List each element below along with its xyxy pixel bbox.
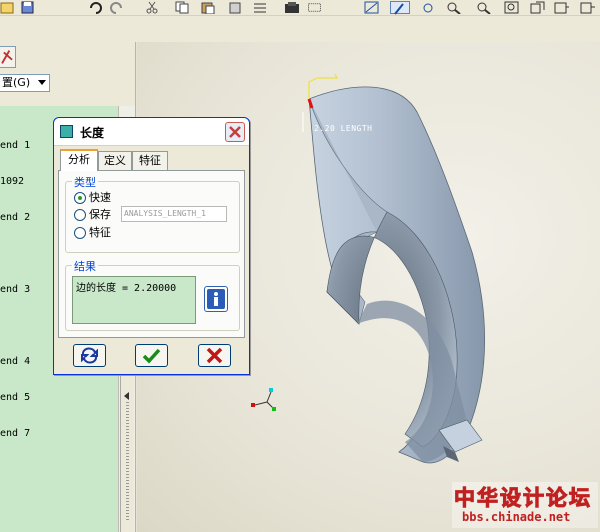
splitter-grip [126,402,129,522]
settings-dropdown[interactable]: 置(G) [0,74,50,92]
regenerate-icon[interactable] [284,1,300,14]
tab-definition[interactable]: 定义 [98,151,132,170]
dialog-icon [60,125,73,138]
radio-button[interactable] [74,227,86,239]
repeat-icon [81,347,98,364]
tree-item[interactable]: end 7 [0,428,30,439]
toolbar-background [0,16,600,42]
type-group-legend: 类型 [72,174,98,190]
spin-icon[interactable] [420,1,436,14]
tree-item[interactable]: end 4 [0,356,30,367]
redo-icon[interactable] [108,1,124,14]
view-icon[interactable] [308,1,332,14]
dialog-titlebar[interactable]: 长度 [54,118,249,146]
tree-item[interactable]: 1092 [0,176,24,187]
type-group: 类型 快速 保存 ANALYSIS_LENGTH_1 特征 [65,174,240,253]
radio-button[interactable] [74,192,86,204]
display-datum-icon[interactable] [364,1,380,14]
ok-check-icon [142,348,161,364]
watermark: 中华设计论坛 bbs.chinade.net [452,482,598,528]
model-tree-tool-button[interactable] [0,46,16,68]
tab-feature[interactable]: 特征 [132,151,168,170]
radio-label: 快速 [89,191,111,204]
cancel-button[interactable] [198,344,231,367]
layers-icon[interactable] [580,1,596,14]
collapse-left-icon[interactable] [124,392,129,400]
info-button[interactable] [204,286,228,312]
radio-label: 保存 [89,208,111,221]
analysis-name-field[interactable]: ANALYSIS_LENGTH_1 [121,206,227,222]
paste-special-icon[interactable] [228,1,244,14]
result-text-area[interactable]: 边的长度 = 2.20000 [72,276,196,324]
copy-icon[interactable] [174,1,190,14]
dialog-title: 长度 [80,126,105,140]
settings-dropdown-label: 置(G) [2,76,31,89]
info-icon [207,289,225,309]
main-toolbar [0,0,600,16]
orient-icon[interactable] [530,1,546,14]
paste-icon[interactable] [200,1,216,15]
save-icon[interactable] [20,1,36,14]
zoom-in-icon[interactable] [446,1,462,15]
refit-icon[interactable] [504,1,520,14]
close-button[interactable] [225,122,245,142]
length-dialog: 长度 分析 定义 特征 类型 快速 保存 ANALYSIS_LENGTH_1 特… [53,117,250,375]
analysis-tab-panel: 类型 快速 保存 ANALYSIS_LENGTH_1 特征 结果 边的长度 = … [58,170,245,338]
radio-label: 特征 [89,226,111,239]
tree-item[interactable]: end 5 [0,392,30,403]
open-icon[interactable] [0,1,16,14]
radio-button[interactable] [74,209,86,221]
cancel-x-icon [206,347,223,364]
undo-icon[interactable] [88,1,104,14]
repeat-button[interactable] [73,344,106,367]
tree-item[interactable]: end 1 [0,140,30,151]
cut-icon[interactable] [144,1,160,14]
tree-item[interactable]: end 2 [0,212,30,223]
tab-analysis[interactable]: 分析 [60,149,98,171]
close-icon [229,126,241,138]
ok-button[interactable] [135,344,168,367]
tree-item[interactable]: end 3 [0,284,30,295]
zoom-out-icon[interactable] [476,1,492,15]
saved-views-icon[interactable] [554,1,570,14]
watermark-url: bbs.chinade.net [462,510,571,524]
display-axes-icon[interactable] [390,1,410,15]
result-group-legend: 结果 [72,258,98,274]
list-icon[interactable] [252,1,268,14]
result-group: 结果 边的长度 = 2.20000 [65,258,240,331]
watermark-title: 中华设计论坛 [454,486,592,511]
curved-shell-model[interactable] [308,86,486,464]
length-annotation: 2.20 LENGTH [314,124,373,133]
chevron-down-icon [38,80,46,85]
coordinate-axes-icon [251,388,276,411]
